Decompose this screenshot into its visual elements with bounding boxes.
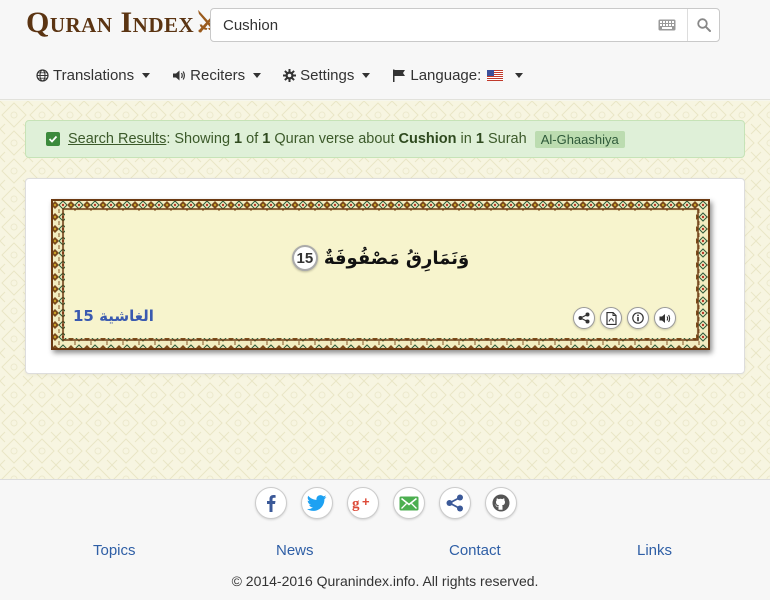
nav-translations[interactable]: Translations xyxy=(36,66,151,84)
logo[interactable]: Quran Index ⚔ xyxy=(26,6,221,40)
verse-result-card: 15 وَنَمَارِقُ مَصْفُوفَةٌ الغاشية 15 xyxy=(25,178,745,374)
verse-text-row: 15 وَنَمَارِقُ مَصْفُوفَةٌ xyxy=(65,245,696,271)
main-content: Search Results : Showing 1 of 1 Quran ve… xyxy=(0,101,770,479)
speaker-icon xyxy=(173,70,186,80)
share-icon xyxy=(446,494,463,512)
copyright-text: © 2014-2016 Quranindex.info. All rights … xyxy=(231,573,539,589)
header: Quran Index ⚔ Cushion Translations Recit… xyxy=(0,0,770,100)
alert-showing-text: : Showing xyxy=(166,131,235,147)
share-icon xyxy=(578,312,590,324)
nav-language[interactable]: Language: xyxy=(392,66,524,84)
verse-number-badge: 15 xyxy=(291,245,318,271)
twitter-icon xyxy=(307,495,327,511)
github-icon xyxy=(492,494,510,512)
social-buttons: g + xyxy=(255,487,531,519)
svg-text:g: g xyxy=(352,496,360,511)
search-icon xyxy=(696,18,711,32)
verse-reference-link[interactable]: الغاشية 15 xyxy=(73,307,154,325)
surah-badge[interactable]: Al-Ghaashiya xyxy=(534,130,625,148)
footer-link-topics[interactable]: Topics xyxy=(93,542,136,559)
google-plus-button[interactable]: g + xyxy=(347,487,379,519)
search-results-link[interactable]: Search Results xyxy=(68,131,166,147)
email-icon xyxy=(399,496,419,510)
github-button[interactable] xyxy=(485,487,517,519)
nav-settings[interactable]: Settings xyxy=(283,66,371,84)
verse-panel: 15 وَنَمَارِقُ مَصْفُوفَةٌ الغاشية 15 xyxy=(65,211,696,338)
alert-of-text: of xyxy=(242,131,263,147)
nav-language-label: Language: xyxy=(410,66,482,84)
google-plus-icon: g + xyxy=(352,495,370,511)
alert-current-count: 1 xyxy=(234,131,243,147)
gear-icon xyxy=(283,68,297,82)
twitter-button[interactable] xyxy=(301,487,333,519)
alert-keyword: Cushion xyxy=(398,131,457,147)
audio-icon xyxy=(659,313,671,323)
verse-frame: 15 وَنَمَارِقُ مَصْفُوفَةٌ الغاشية 15 xyxy=(51,199,710,350)
chevron-down-icon xyxy=(515,72,524,78)
chevron-down-icon xyxy=(253,72,262,78)
footer-links: Topics News Contact Links xyxy=(0,542,770,562)
search-results-alert: Search Results : Showing 1 of 1 Quran ve… xyxy=(25,120,745,158)
alert-surah-word: Surah xyxy=(483,131,527,147)
svg-text:+: + xyxy=(362,495,370,509)
checkbox-icon xyxy=(46,132,60,146)
flag-icon xyxy=(393,69,406,82)
verse-audio-button[interactable] xyxy=(654,307,676,329)
nav-reciters-label: Reciters xyxy=(190,66,246,84)
nav-reciters[interactable]: Reciters xyxy=(172,66,262,84)
share-button[interactable] xyxy=(439,487,471,519)
facebook-icon xyxy=(267,495,276,512)
alert-verse-about-text: Quran verse about xyxy=(270,131,399,147)
search-button[interactable] xyxy=(687,9,719,41)
pdf-icon xyxy=(605,311,617,325)
facebook-button[interactable] xyxy=(255,487,287,519)
verse-pdf-button[interactable] xyxy=(600,307,622,329)
us-flag-icon xyxy=(487,69,504,81)
footer-link-news[interactable]: News xyxy=(276,542,314,559)
email-button[interactable] xyxy=(393,487,425,519)
alert-surah-count: 1 xyxy=(475,131,484,147)
chevron-down-icon xyxy=(362,72,371,78)
footer: g + Topics News Contact Links © 2014-201… xyxy=(0,479,770,600)
verse-actions xyxy=(568,307,676,329)
chevron-down-icon xyxy=(142,72,151,78)
alert-in-text: in xyxy=(456,131,476,147)
globe-icon xyxy=(36,68,49,82)
verse-info-button[interactable] xyxy=(627,307,649,329)
verse-arabic-text: وَنَمَارِقُ مَصْفُوفَةٌ xyxy=(323,247,470,269)
nav-translations-label: Translations xyxy=(53,66,135,84)
verse-share-button[interactable] xyxy=(573,307,595,329)
footer-link-links[interactable]: Links xyxy=(637,542,672,559)
info-icon xyxy=(632,312,644,324)
keyboard-icon[interactable] xyxy=(655,16,679,34)
alert-total-count: 1 xyxy=(262,131,271,147)
search-input[interactable] xyxy=(211,9,655,41)
nav-settings-label: Settings xyxy=(300,66,355,84)
search-box xyxy=(210,8,720,42)
footer-link-contact[interactable]: Contact xyxy=(449,542,501,559)
logo-text: Quran Index xyxy=(26,6,195,39)
main-nav: Translations Reciters Settings Language: xyxy=(36,64,545,86)
